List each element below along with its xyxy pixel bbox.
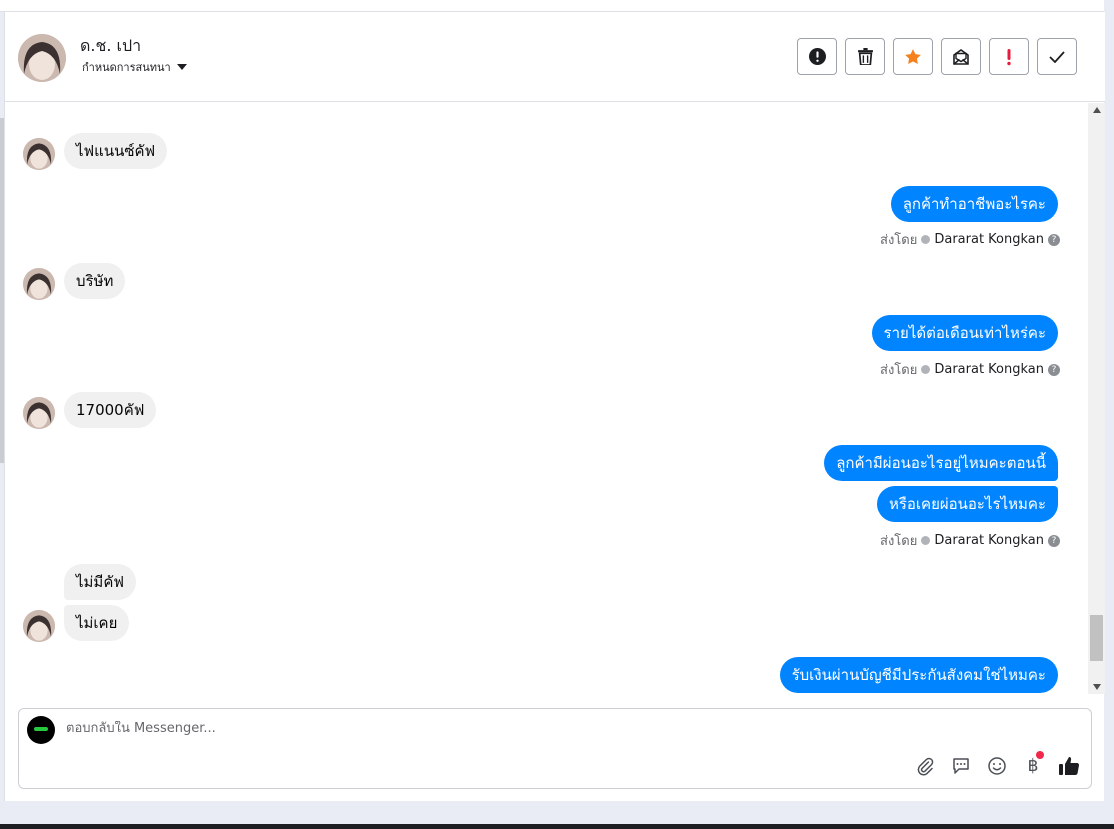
contact-avatar-small: [23, 138, 55, 170]
taskbar-edge: [0, 824, 1114, 829]
notification-dot: [1036, 751, 1044, 759]
saved-reply-icon[interactable]: [949, 754, 973, 778]
check-icon: [1049, 50, 1065, 63]
reply-input[interactable]: [66, 721, 966, 736]
baht-glyph: ฿: [1027, 756, 1039, 776]
help-icon[interactable]: ?: [1048, 534, 1060, 547]
incoming-message[interactable]: ไม่เคย: [64, 605, 130, 641]
help-icon[interactable]: ?: [1048, 233, 1060, 246]
header-actions: [797, 38, 1077, 75]
scrollbar[interactable]: [1088, 103, 1105, 694]
assign-label: กำหนดการสนทนา: [82, 61, 171, 74]
agent-status-icon: [921, 235, 931, 244]
scroll-down-arrow-icon[interactable]: [1093, 684, 1101, 690]
top-strip: [0, 0, 1104, 12]
incoming-message[interactable]: บริษัท: [64, 263, 126, 299]
chevron-down-icon: [176, 64, 187, 70]
emoji-icon[interactable]: [985, 754, 1009, 778]
conversation-header: ด.ช. เปา กำหนดการสนทนา: [5, 12, 1105, 102]
sent-by-prefix: ส่งโดย: [880, 233, 918, 248]
scroll-up-arrow-icon[interactable]: [1093, 107, 1101, 113]
scrollbar-thumb[interactable]: [1090, 615, 1103, 661]
exclamation-icon: [1007, 48, 1011, 65]
outgoing-message[interactable]: รายได้ต่อเดือนเท่าไหร่คะ: [871, 315, 1058, 351]
composer-tools: ฿: [913, 751, 1081, 778]
paperclip-icon[interactable]: [913, 754, 937, 778]
delete-button[interactable]: [845, 38, 885, 75]
like-icon[interactable]: [1057, 754, 1081, 778]
payment-icon[interactable]: ฿: [1021, 751, 1045, 778]
agent-status-icon: [921, 536, 931, 545]
trash-icon: [857, 48, 873, 65]
contact-avatar-small: [23, 268, 55, 300]
outgoing-message[interactable]: ลูกค้ามีผ่อนอะไรอยู่ไหมคะตอนนี้: [824, 445, 1058, 481]
help-icon[interactable]: ?: [1048, 363, 1060, 376]
outgoing-message[interactable]: ลูกค้าทำอาชีพอะไรคะ: [890, 186, 1058, 222]
contact-avatar-small: [23, 610, 55, 642]
mark-unread-button[interactable]: [941, 38, 981, 75]
agent-name[interactable]: Dararat Kongkan: [934, 533, 1044, 548]
incoming-message[interactable]: ไม่มีคัฟ: [64, 564, 136, 600]
envelope-icon: [953, 48, 969, 65]
contact-avatar[interactable]: [18, 34, 66, 82]
mark-done-button[interactable]: [1037, 38, 1077, 75]
incoming-message[interactable]: 17000คัฟ: [64, 392, 157, 428]
star-button[interactable]: [893, 38, 933, 75]
sent-by-line: ส่งโดย Dararat Kongkan ?: [880, 530, 1060, 551]
star-icon: [905, 48, 921, 64]
reply-composer: ฿: [18, 708, 1092, 789]
sent-by-prefix: ส่งโดย: [880, 363, 918, 378]
sent-by-prefix: ส่งโดย: [880, 534, 918, 549]
page-avatar: [27, 716, 55, 744]
follow-up-button[interactable]: [989, 38, 1029, 75]
outgoing-message[interactable]: รับเงินผ่านบัญชีมีประกันสังคมใช่ไหมคะ: [779, 657, 1058, 693]
alert-circle-icon: [808, 48, 826, 65]
agent-name[interactable]: Dararat Kongkan: [934, 362, 1044, 377]
outgoing-message[interactable]: หรือเคยผ่อนอะไรไหมคะ: [876, 486, 1058, 522]
sent-by-line: ส่งโดย Dararat Kongkan ?: [880, 229, 1060, 250]
incoming-message[interactable]: ไฟแนนซ์คัฟ: [64, 133, 168, 169]
contact-name[interactable]: ด.ช. เปา: [80, 34, 141, 59]
agent-name[interactable]: Dararat Kongkan: [934, 232, 1044, 247]
report-spam-button[interactable]: [797, 38, 837, 75]
message-list[interactable]: ไฟแนนซ์คัฟ ลูกค้าทำอาชีพอะไรคะ ส่งโดย Da…: [5, 103, 1105, 694]
sent-by-line: ส่งโดย Dararat Kongkan ?: [880, 359, 1060, 380]
assign-conversation-dropdown[interactable]: กำหนดการสนทนา: [82, 58, 187, 76]
conversation-panel: ด.ช. เปา กำหนดการสนทนา ไฟแนนซ์คัฟ ลูกค้า…: [4, 12, 1105, 801]
agent-status-icon: [921, 365, 931, 374]
contact-avatar-small: [23, 397, 55, 429]
